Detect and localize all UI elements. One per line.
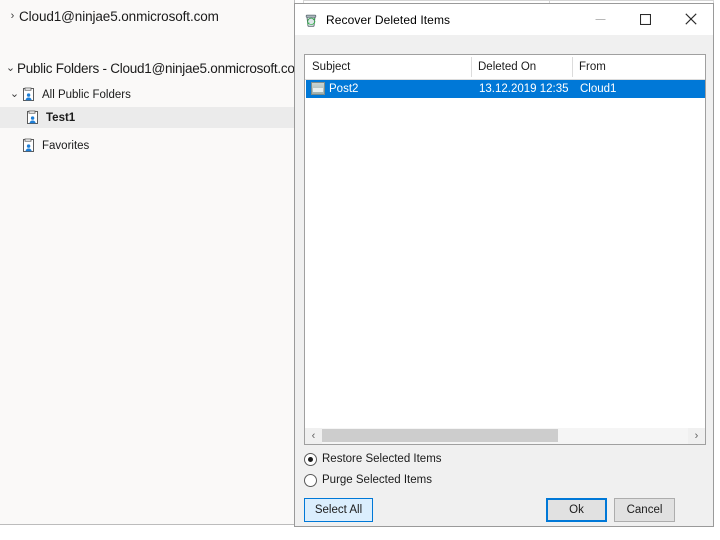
message-icon (311, 82, 325, 95)
chevron-down-icon[interactable]: ⌄ (4, 62, 17, 74)
column-header-subject[interactable]: Subject (305, 55, 471, 79)
list-column-headers: Subject Deleted On From (305, 55, 705, 80)
cell-deleted-on: 13.12.2019 12:35 (479, 83, 569, 95)
sidebar-item-favorites[interactable]: Favorites (0, 135, 294, 156)
select-all-button[interactable]: Select All (304, 498, 373, 522)
public-folder-icon (21, 138, 37, 154)
scrollbar-thumb[interactable] (322, 429, 558, 442)
maximize-icon[interactable] (623, 4, 668, 34)
folder-pane: › Cloud1@ninjae5.onmicrosoft.com ⌄ Publi… (0, 0, 295, 525)
dialog-title: Recover Deleted Items (326, 12, 451, 27)
chevron-right-icon[interactable]: › (6, 10, 19, 22)
table-row[interactable]: Post2 13.12.2019 12:35 Cloud1 (306, 80, 705, 98)
public-folder-icon (25, 110, 41, 126)
scroll-right-icon[interactable]: › (688, 428, 705, 443)
sidebar-item-label: Favorites (42, 139, 90, 152)
radio-label: Purge Selected Items (322, 474, 432, 486)
close-icon[interactable] (668, 4, 713, 34)
column-header-from[interactable]: From (572, 55, 705, 79)
sidebar-item-label: Test1 (46, 111, 76, 124)
dialog-titlebar[interactable]: Recover Deleted Items (295, 4, 713, 35)
cancel-button[interactable]: Cancel (614, 498, 675, 522)
public-folders-root-row[interactable]: ⌄ Public Folders - Cloud1@ninjae5.onmicr… (0, 56, 295, 80)
public-folders-root-label: Public Folders - Cloud1@ninjae5.onmicros… (17, 60, 295, 76)
public-folder-icon (21, 87, 37, 103)
sidebar-item-label: All Public Folders (42, 88, 131, 101)
radio-button-icon[interactable] (304, 473, 317, 487)
sidebar-item-test1[interactable]: Test1 (0, 107, 294, 128)
recover-deleted-items-icon (303, 12, 319, 28)
cell-from: Cloud1 (580, 83, 617, 95)
sidebar-item-all-public-folders[interactable]: ⌄ All Public Folders (0, 84, 294, 105)
window-bottom-strip (0, 525, 720, 540)
radio-purge-selected-items[interactable]: Purge Selected Items (304, 471, 432, 489)
column-header-label: Subject (312, 61, 351, 73)
deleted-items-list[interactable]: Subject Deleted On From Post2 13.12.2019… (304, 54, 706, 435)
column-header-label: From (579, 61, 606, 73)
radio-button-icon[interactable] (304, 452, 317, 466)
cell-subject: Post2 (329, 83, 359, 95)
minimize-icon[interactable] (578, 4, 623, 34)
account-header-row[interactable]: › Cloud1@ninjae5.onmicrosoft.com (0, 4, 294, 28)
ok-button[interactable]: Ok (546, 498, 607, 522)
radio-label: Restore Selected Items (322, 453, 442, 465)
scroll-left-icon[interactable]: ‹ (305, 428, 322, 443)
horizontal-scrollbar[interactable]: ‹ › (304, 428, 706, 445)
chevron-down-icon[interactable]: ⌄ (8, 89, 21, 100)
column-header-label: Deleted On (478, 61, 537, 73)
radio-restore-selected-items[interactable]: Restore Selected Items (304, 450, 442, 468)
account-header-label: Cloud1@ninjae5.onmicrosoft.com (19, 8, 219, 24)
recover-deleted-items-dialog: Recover Deleted Items Subject Deleted On… (294, 3, 714, 527)
column-header-deleted-on[interactable]: Deleted On (471, 55, 572, 79)
scrollbar-track[interactable] (322, 428, 688, 444)
